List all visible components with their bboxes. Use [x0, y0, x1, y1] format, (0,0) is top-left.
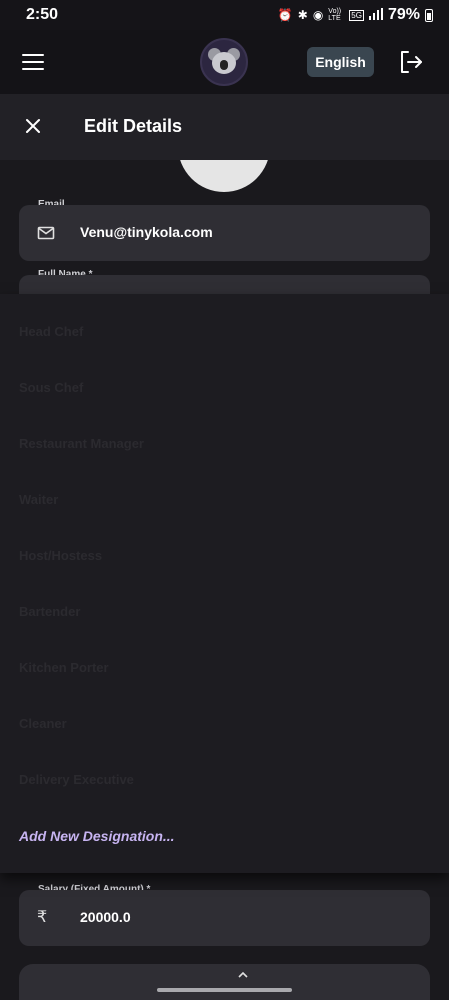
close-icon[interactable]: [24, 117, 42, 135]
email-field[interactable]: Venu@tinykola.com: [19, 205, 430, 261]
chevron-up-icon: [237, 966, 249, 978]
battery-percentage: 79%: [387, 6, 420, 23]
app-bar: English: [0, 30, 449, 94]
designation-option-restaurant-manager[interactable]: Restaurant Manager: [19, 436, 144, 451]
rupee-icon: ₹: [37, 909, 48, 926]
designation-option-head-chef[interactable]: Head Chef: [19, 324, 83, 339]
designation-option-kitchen-porter[interactable]: Kitchen Porter: [19, 660, 109, 675]
avatar[interactable]: [200, 38, 248, 86]
volte-icon: Vo)) LTE: [328, 8, 342, 22]
bluetooth-icon: ✱: [297, 8, 308, 22]
5g-icon: 5G: [349, 9, 364, 21]
alarm-icon: ⏰: [277, 8, 293, 22]
koala-icon: [208, 48, 240, 76]
next-field[interactable]: [19, 964, 430, 1000]
gesture-bar: [157, 988, 292, 992]
designation-option-host-hostess[interactable]: Host/Hostess: [19, 548, 102, 563]
designation-option-delivery-executive[interactable]: Delivery Executive: [19, 772, 134, 787]
status-icons: ⏰ ✱ ◉ Vo)) LTE 5G 79%: [278, 6, 433, 24]
salary-value: 20000.0: [80, 909, 131, 925]
logout-icon[interactable]: [398, 49, 424, 75]
add-new-designation-button[interactable]: Add New Designation...: [19, 828, 175, 844]
email-value: Venu@tinykola.com: [80, 224, 213, 240]
designation-option-cleaner[interactable]: Cleaner: [19, 716, 67, 731]
designation-option-sous-chef[interactable]: Sous Chef: [19, 380, 83, 395]
designation-option-waiter[interactable]: Waiter: [19, 492, 58, 507]
signal-icon: [368, 7, 383, 23]
profile-photo[interactable]: [178, 160, 270, 192]
designation-dropdown: Head Chef Sous Chef Restaurant Manager W…: [0, 294, 449, 873]
hotspot-icon: ◉: [312, 8, 324, 22]
salary-field[interactable]: ₹ 20000.0: [19, 890, 430, 946]
sheet-header: Edit Details: [0, 94, 449, 160]
language-button[interactable]: English: [307, 47, 374, 77]
battery-icon: [425, 8, 433, 22]
mail-icon: [37, 224, 55, 242]
designation-option-bartender[interactable]: Bartender: [19, 604, 80, 619]
page-title: Edit Details: [84, 116, 183, 136]
menu-icon[interactable]: [22, 54, 44, 70]
status-time: 2:50: [26, 6, 59, 23]
status-bar: 2:50 ⏰ ✱ ◉ Vo)) LTE 5G 79%: [0, 0, 449, 30]
